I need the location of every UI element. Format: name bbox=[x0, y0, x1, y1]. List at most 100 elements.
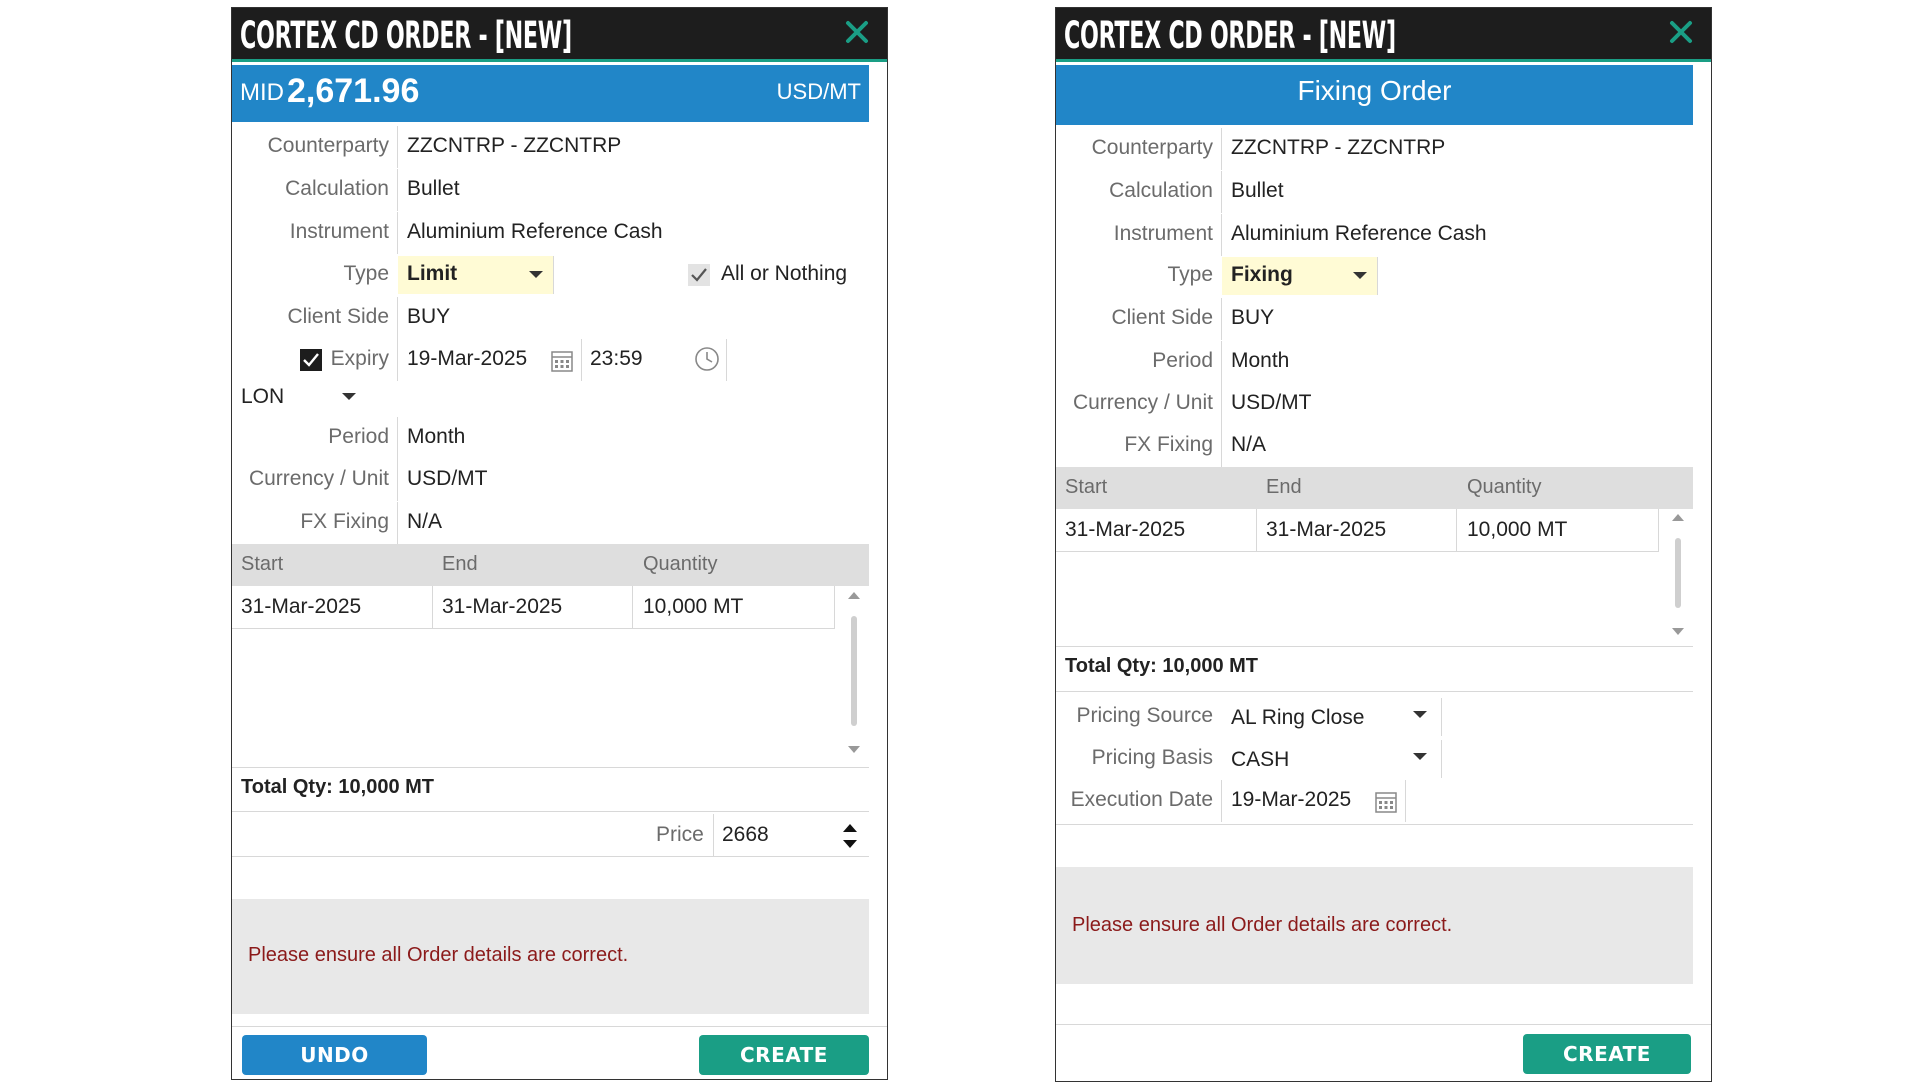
period-label: Period bbox=[328, 425, 389, 448]
counterparty-value: ZZCNTRP - ZZCNTRP bbox=[407, 134, 622, 157]
type-value: Fixing bbox=[1231, 263, 1293, 286]
all-or-nothing-label: All or Nothing bbox=[721, 262, 848, 285]
type-row: Type Fixing bbox=[1056, 255, 1693, 297]
title-bar: CORTEX CD ORDER - [NEW] bbox=[1056, 8, 1711, 62]
client-side-label: Client Side bbox=[1111, 306, 1213, 329]
total-quantity: Total Qty: 10,000 MT bbox=[1065, 655, 1259, 677]
divider bbox=[232, 767, 869, 768]
calendar-icon[interactable] bbox=[550, 349, 574, 378]
period-value: Month bbox=[1231, 349, 1290, 372]
price-stepper[interactable] bbox=[841, 822, 861, 852]
calculation-value: Bullet bbox=[1231, 179, 1284, 202]
grid-scrollbar[interactable] bbox=[844, 588, 864, 758]
location-dropdown[interactable]: LON bbox=[241, 382, 366, 412]
counterparty-label: Counterparty bbox=[1091, 136, 1213, 159]
scroll-up-icon[interactable] bbox=[848, 592, 860, 599]
expiry-time-input[interactable]: 23:59 bbox=[590, 347, 643, 371]
client-side-label: Client Side bbox=[287, 305, 389, 328]
mid-price-banner: MID 2,671.96 USD/MT bbox=[232, 65, 869, 122]
client-side-row: Client Side BUY bbox=[1056, 298, 1693, 340]
divider bbox=[1221, 128, 1222, 170]
divider bbox=[1056, 691, 1693, 692]
divider bbox=[632, 586, 633, 628]
divider bbox=[1658, 509, 1659, 551]
divider bbox=[726, 339, 727, 381]
divider bbox=[232, 856, 869, 857]
warning-box: Please ensure all Order details are corr… bbox=[1056, 867, 1693, 984]
pricing-basis-dropdown[interactable]: CASH bbox=[1222, 740, 1442, 778]
scroll-down-icon[interactable] bbox=[848, 746, 860, 753]
pricing-basis-label: Pricing Basis bbox=[1091, 746, 1213, 769]
start-column-header: Start bbox=[1065, 476, 1108, 498]
instrument-value: Aluminium Reference Cash bbox=[407, 220, 663, 243]
divider bbox=[1221, 383, 1222, 425]
divider bbox=[397, 297, 398, 339]
expiry-row: Expiry 19-Mar-2025 23:59 bbox=[232, 339, 869, 381]
close-icon[interactable] bbox=[841, 16, 873, 48]
price-label: Price bbox=[656, 823, 704, 846]
pricing-source-dropdown[interactable]: AL Ring Close bbox=[1222, 698, 1442, 736]
divider bbox=[1056, 1024, 1711, 1025]
currency-unit-label: Currency / Unit bbox=[248, 467, 389, 490]
pricing-source-label: Pricing Source bbox=[1076, 704, 1213, 727]
type-label: Type bbox=[343, 262, 389, 285]
pricing-source-row: Pricing Source AL Ring Close bbox=[1056, 696, 1693, 738]
counterparty-value: ZZCNTRP - ZZCNTRP bbox=[1231, 136, 1446, 159]
scroll-down-icon[interactable] bbox=[1672, 628, 1684, 635]
fixing-order-window: CORTEX CD ORDER - [NEW] Fixing Order Cou… bbox=[1055, 7, 1712, 1082]
calendar-icon[interactable] bbox=[1374, 790, 1398, 819]
create-order-button[interactable]: CREATE ORDER bbox=[1523, 1034, 1691, 1074]
chevron-down-icon bbox=[1413, 711, 1427, 718]
chevron-down-icon bbox=[342, 393, 356, 400]
counterparty-row: Counterparty ZZCNTRP - ZZCNTRP bbox=[232, 126, 869, 168]
undo-changes-button[interactable]: UNDO CHANGES bbox=[242, 1035, 427, 1075]
counterparty-label: Counterparty bbox=[267, 134, 389, 157]
scroll-thumb[interactable] bbox=[851, 616, 857, 726]
divider bbox=[1405, 780, 1406, 822]
divider bbox=[1221, 298, 1222, 340]
window-title: CORTEX CD ORDER - [NEW] bbox=[240, 14, 572, 57]
pricing-basis-value: CASH bbox=[1231, 748, 1290, 771]
title-bar: CORTEX CD ORDER - [NEW] bbox=[232, 8, 887, 62]
period-row: Period Month bbox=[232, 417, 869, 459]
divider bbox=[397, 502, 398, 544]
type-dropdown[interactable]: Fixing bbox=[1222, 257, 1378, 295]
warning-message: Please ensure all Order details are corr… bbox=[1072, 914, 1453, 936]
divider bbox=[397, 212, 398, 254]
execution-date-input[interactable]: 19-Mar-2025 bbox=[1231, 788, 1351, 812]
check-icon bbox=[303, 353, 319, 367]
scroll-up-icon[interactable] bbox=[1672, 514, 1684, 521]
instrument-label: Instrument bbox=[289, 220, 389, 243]
all-or-nothing-checkbox[interactable] bbox=[688, 264, 710, 286]
location-row: LON bbox=[232, 380, 869, 416]
arrow-up-icon[interactable] bbox=[843, 824, 857, 832]
location-value: LON bbox=[241, 385, 285, 408]
quantity-column-header: Quantity bbox=[1467, 476, 1542, 498]
scroll-thumb[interactable] bbox=[1675, 538, 1681, 608]
start-column-header: Start bbox=[241, 553, 284, 575]
clock-icon[interactable] bbox=[694, 346, 720, 377]
divider bbox=[834, 586, 835, 628]
type-dropdown[interactable]: Limit bbox=[398, 256, 554, 294]
expiry-label: Expiry bbox=[330, 347, 389, 370]
arrow-down-icon[interactable] bbox=[843, 840, 857, 848]
divider bbox=[1221, 341, 1222, 383]
client-side-value: BUY bbox=[407, 305, 451, 328]
grid-scrollbar[interactable] bbox=[1668, 510, 1688, 640]
window-title: CORTEX CD ORDER - [NEW] bbox=[1064, 14, 1396, 57]
price-unit: USD/MT bbox=[776, 79, 861, 104]
table-row[interactable]: 31-Mar-2025 31-Mar-2025 10,000 MT bbox=[232, 586, 835, 629]
table-row[interactable]: 31-Mar-2025 31-Mar-2025 10,000 MT bbox=[1056, 509, 1659, 552]
divider bbox=[232, 811, 869, 812]
expiry-checkbox[interactable] bbox=[300, 349, 322, 371]
start-cell: 31-Mar-2025 bbox=[1065, 518, 1186, 541]
quantity-column-header: Quantity bbox=[643, 553, 718, 575]
fx-fixing-value: N/A bbox=[407, 510, 443, 533]
price-input[interactable]: 2668 bbox=[722, 823, 769, 847]
divider bbox=[1056, 824, 1693, 825]
divider bbox=[581, 339, 582, 381]
close-icon[interactable] bbox=[1665, 16, 1697, 48]
expiry-date-input[interactable]: 19-Mar-2025 bbox=[407, 347, 527, 371]
counterparty-row: Counterparty ZZCNTRP - ZZCNTRP bbox=[1056, 128, 1693, 170]
create-order-button[interactable]: CREATE ORDER bbox=[699, 1035, 869, 1075]
